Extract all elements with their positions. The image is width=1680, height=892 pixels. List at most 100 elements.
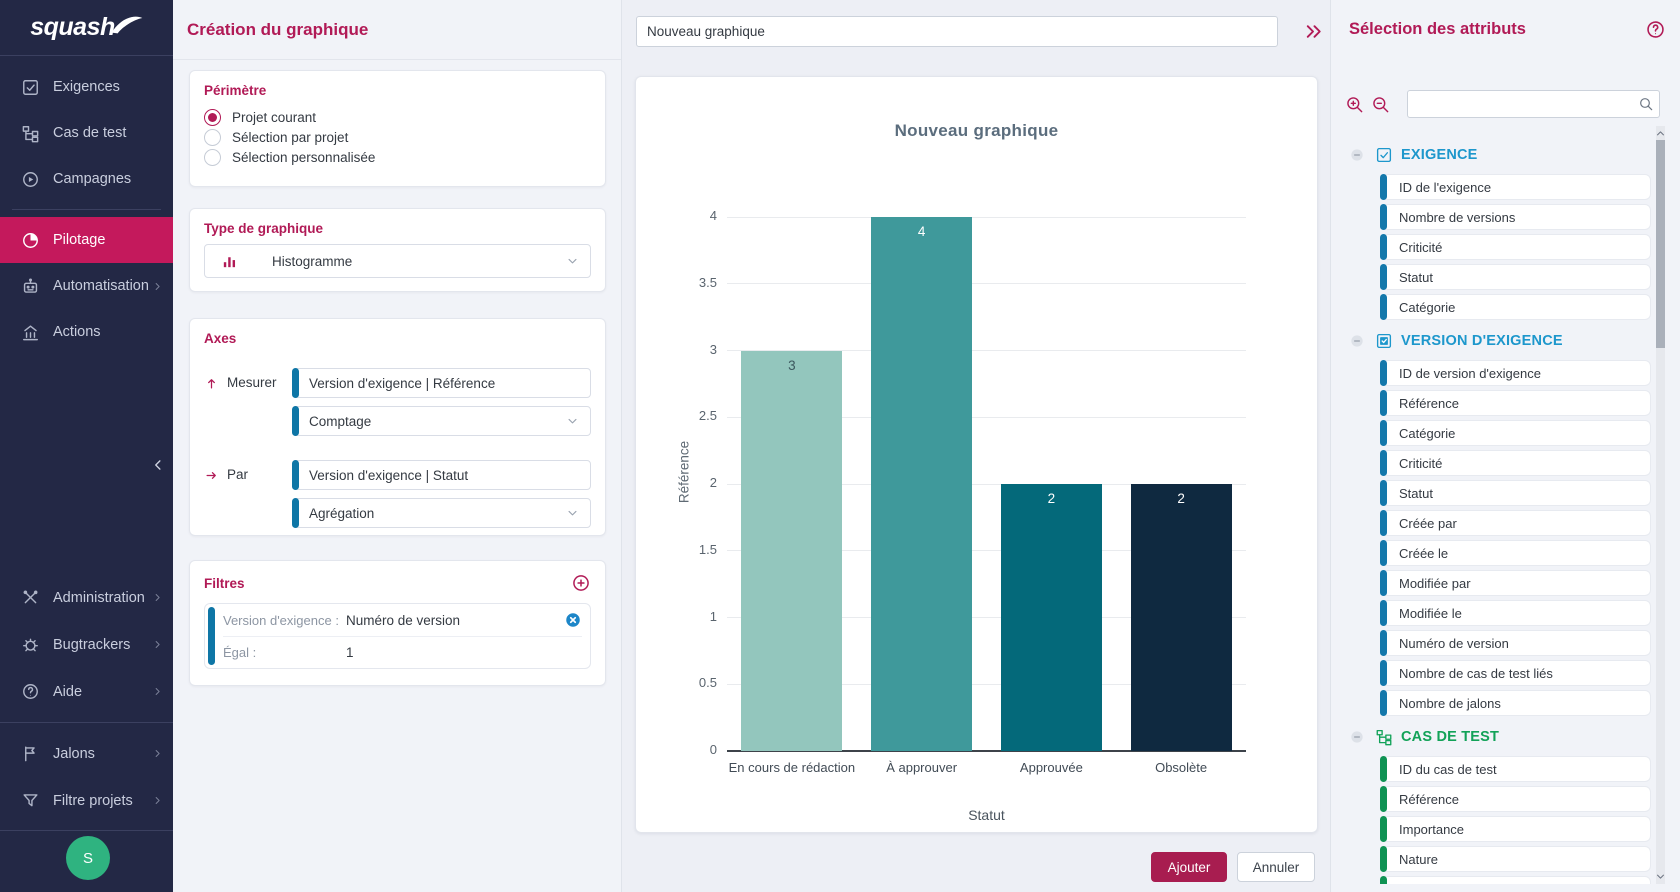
sidebar-item-bugtrackers[interactable]: Bugtrackers (0, 621, 173, 668)
attribute-item-modifiee-le[interactable]: Modifiée le (1381, 600, 1651, 626)
sidebar-item-filtre-projets[interactable]: Filtre projets (0, 777, 173, 824)
measure-axis-row: Mesurer Version d'exigence | Référence C… (204, 368, 591, 436)
y-tick-label: 1 (665, 609, 717, 624)
sidebar-item-campagnes[interactable]: Campagnes (0, 156, 173, 202)
chevron-right-icon (151, 747, 164, 760)
chart-title: Nouveau graphique (636, 121, 1317, 141)
minus-circle-icon[interactable] (1349, 147, 1365, 163)
scroll-down-icon[interactable] (1654, 870, 1667, 883)
zoom-in-icon[interactable] (1345, 95, 1364, 114)
chart-name-input[interactable] (636, 16, 1278, 47)
help-circle-icon (21, 682, 40, 701)
attribute-item-nombre-de-jalons[interactable]: Nombre de jalons (1381, 690, 1651, 716)
remove-filter-icon[interactable] (564, 611, 582, 629)
y-tick-label: 0 (665, 742, 717, 757)
sidebar-collapse-icon[interactable] (149, 456, 167, 474)
radio-option-selection-personnalisee[interactable]: Sélection personnalisée (204, 147, 591, 167)
scroll-up-icon[interactable] (1654, 127, 1667, 140)
by-operation-select[interactable]: Agrégation (292, 498, 591, 528)
sidebar-item-administration[interactable]: Administration (0, 574, 173, 621)
scrollbar-thumb[interactable] (1656, 140, 1665, 348)
sidebar-item-label: Bugtrackers (53, 637, 130, 653)
attribute-item-criticite[interactable]: Criticité (1381, 234, 1651, 260)
app-logo[interactable]: squash (0, 0, 173, 56)
attribute-item-id-du-cas-de-test[interactable]: ID du cas de test (1381, 756, 1651, 782)
chevron-down-icon (565, 506, 580, 521)
zoom-out-icon[interactable] (1371, 95, 1390, 114)
minus-circle-icon[interactable] (1349, 729, 1365, 745)
robot-icon (21, 277, 40, 296)
attribute-item-reference[interactable]: Référence (1381, 786, 1651, 812)
sidebar-item-label: Actions (53, 324, 101, 340)
sidebar-item-exigences[interactable]: Exigences (0, 64, 173, 110)
expand-panel-icon[interactable] (1302, 20, 1325, 43)
sidebar-item-label: Filtre projets (53, 793, 133, 809)
help-icon[interactable] (1645, 19, 1666, 40)
by-label-text: Par (227, 467, 248, 482)
funnel-icon (21, 791, 40, 810)
attribute-tree: EXIGENCE ID de l'exigence Nombre de versio… (1339, 126, 1657, 884)
attribute-item-statut[interactable]: Statut (1381, 480, 1651, 506)
measure-attribute-field[interactable]: Version d'exigence | Référence (292, 368, 591, 398)
attribute-item-reference[interactable]: Référence (1381, 390, 1651, 416)
sidebar-item-label: Cas de test (53, 125, 126, 141)
y-tick-label: 3.5 (665, 275, 717, 290)
columns-icon (21, 323, 40, 342)
attribute-item-creee-le[interactable]: Créée le (1381, 540, 1651, 566)
add-button[interactable]: Ajouter (1151, 852, 1227, 882)
add-filter-icon[interactable] (571, 573, 591, 593)
sidebar-item-cas-de-test[interactable]: Cas de test (0, 110, 173, 156)
chart-type-select[interactable]: Histogramme (204, 244, 591, 278)
y-tick-label: 0.5 (665, 675, 717, 690)
panel-title: Création du graphique (187, 20, 368, 40)
attribute-item-nombre-de-cas-de-test-lies[interactable]: Nombre de cas de test liés (1381, 660, 1651, 686)
sidebar-item-automatisation[interactable]: Automatisation (0, 263, 173, 309)
filter-item[interactable]: Version d'exigence : Numéro de version É… (204, 603, 591, 669)
sidebar-item-label: Pilotage (53, 232, 105, 248)
scrollbar[interactable] (1656, 126, 1665, 884)
radio-icon[interactable] (204, 129, 221, 146)
attribute-item-categorie[interactable]: Catégorie (1381, 294, 1651, 320)
tree-section-exigence: EXIGENCE (1339, 140, 1657, 170)
attribute-item-nature[interactable]: Nature (1381, 846, 1651, 872)
pie-chart-icon (21, 231, 40, 250)
cancel-button[interactable]: Annuler (1237, 852, 1315, 882)
check-square-icon (21, 78, 40, 97)
attribute-item-type[interactable]: Type (1381, 876, 1651, 884)
radio-icon[interactable] (204, 109, 221, 126)
chevron-right-icon (151, 638, 164, 651)
radio-option-selection-par-projet[interactable]: Sélection par projet (204, 127, 591, 147)
sidebar-item-aide[interactable]: Aide (0, 668, 173, 715)
measure-attribute-value: Version d'exigence | Référence (309, 376, 495, 391)
attribute-item-creee-par[interactable]: Créée par (1381, 510, 1651, 536)
attribute-search-input[interactable] (1408, 91, 1659, 117)
attribute-item-id-de-version-d-exigence[interactable]: ID de version d'exigence (1381, 360, 1651, 386)
minus-circle-icon[interactable] (1349, 333, 1365, 349)
sidebar-item-label: Campagnes (53, 171, 131, 187)
sidebar-item-jalons[interactable]: Jalons (0, 730, 173, 777)
attribute-item-modifiee-par[interactable]: Modifiée par (1381, 570, 1651, 596)
attribute-item-importance[interactable]: Importance (1381, 816, 1651, 842)
attribute-item-criticite[interactable]: Criticité (1381, 450, 1651, 476)
perimeter-options: Projet courantSélection par projetSélect… (204, 107, 591, 167)
axes-heading: Axes (204, 331, 591, 346)
by-attribute-field[interactable]: Version d'exigence | Statut (292, 460, 591, 490)
measure-operation-select[interactable]: Comptage (292, 406, 591, 436)
radio-option-projet-courant[interactable]: Projet courant (204, 107, 591, 127)
tree-icon (1375, 728, 1393, 746)
sidebar-item-actions[interactable]: Actions (0, 309, 173, 355)
sidebar-item-pilotage[interactable]: Pilotage (0, 217, 173, 263)
user-avatar[interactable]: S (66, 836, 110, 880)
attribute-item-id-de-l-exigence[interactable]: ID de l'exigence (1381, 174, 1651, 200)
radio-icon[interactable] (204, 149, 221, 166)
tools-icon (21, 588, 40, 607)
flag-icon (21, 744, 40, 763)
by-label: Par (204, 460, 292, 528)
attribute-item-statut[interactable]: Statut (1381, 264, 1651, 290)
attribute-item-categorie[interactable]: Catégorie (1381, 420, 1651, 446)
chevron-right-icon (151, 280, 164, 293)
perimeter-heading: Périmètre (204, 83, 591, 98)
bar-obsolete: 2 (1131, 484, 1232, 751)
attribute-item-nombre-de-versions[interactable]: Nombre de versions (1381, 204, 1651, 230)
attribute-item-numero-de-version[interactable]: Numéro de version (1381, 630, 1651, 656)
